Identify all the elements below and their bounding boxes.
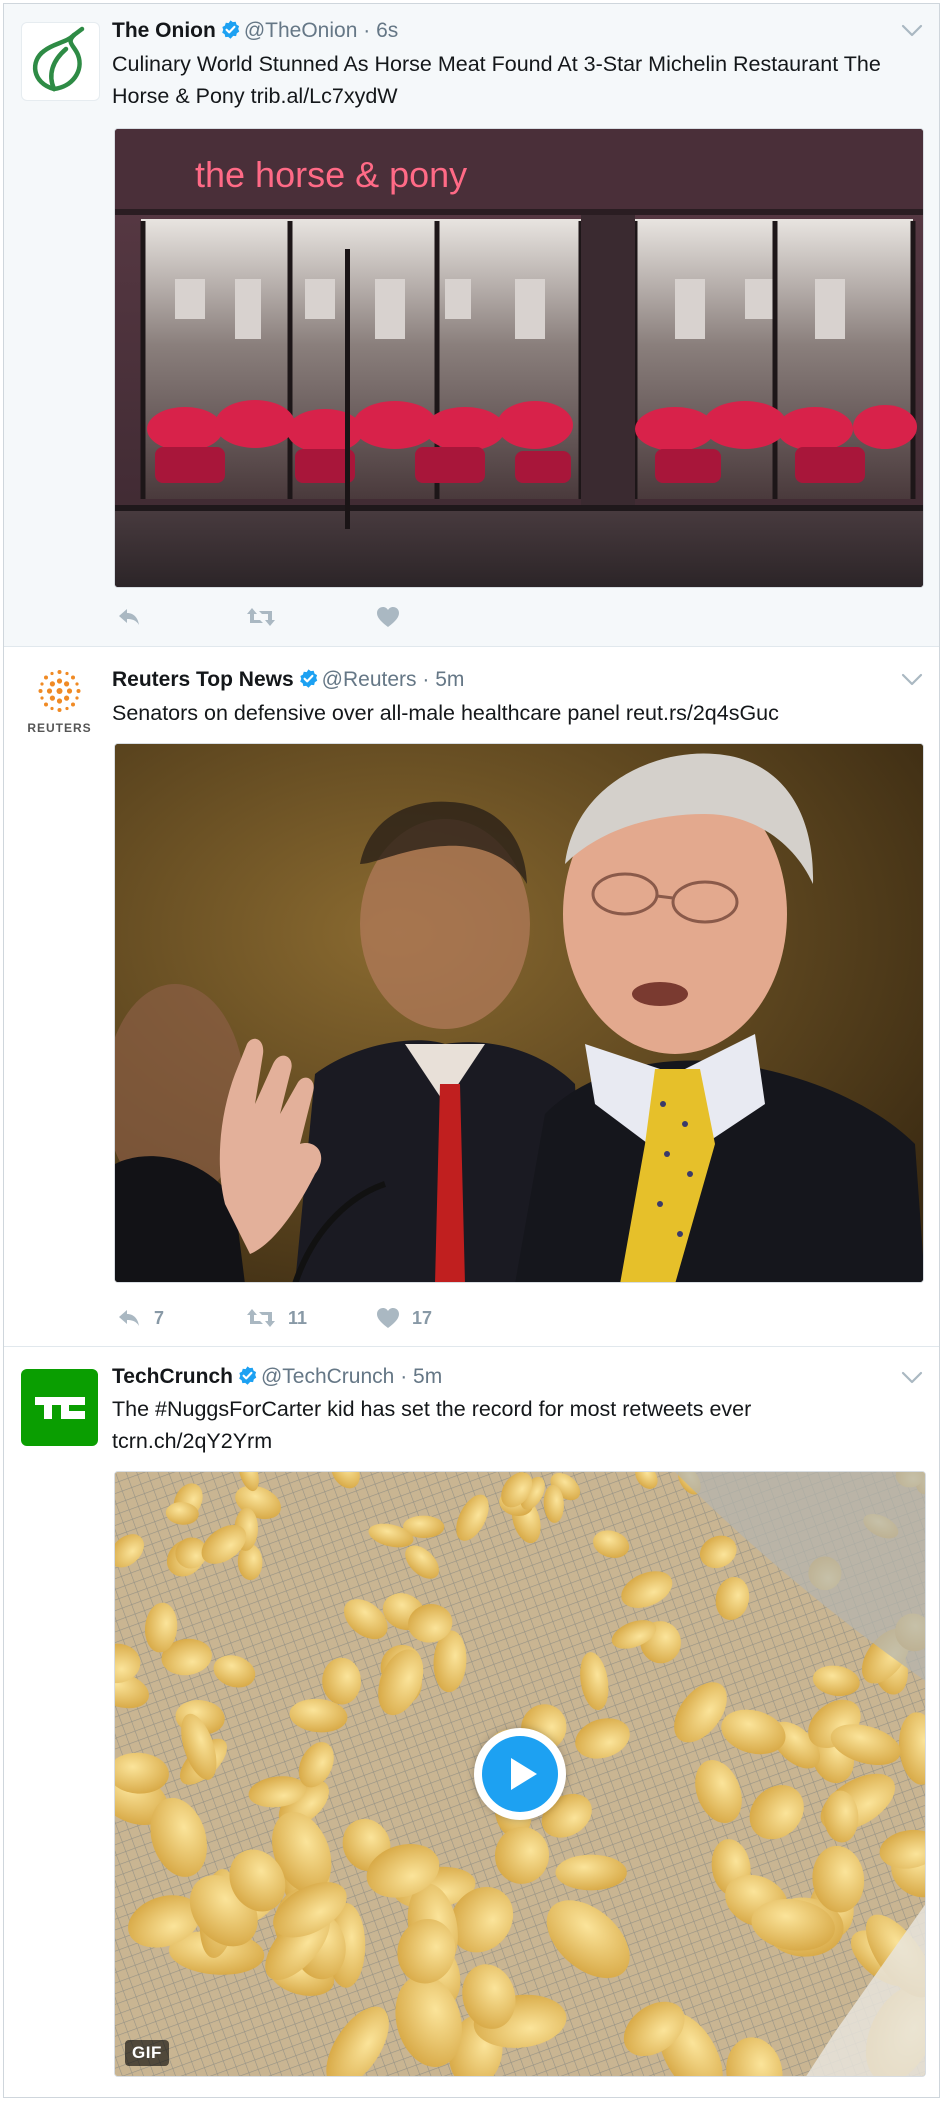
reuters-logo-icon	[38, 670, 81, 712]
verified-badge-icon	[299, 669, 317, 688]
restaurant-sign: the horse & pony	[195, 154, 467, 195]
senators-photo	[115, 744, 923, 1282]
timestamp[interactable]: 5m	[413, 1365, 442, 1388]
separator: ·	[422, 668, 430, 691]
timeline: The Onion @TheOnion · 6s Culinary World S…	[3, 3, 940, 2098]
heart-icon	[377, 607, 399, 627]
gif-badge: GIF	[125, 2040, 169, 2066]
tweet-text: The #NuggsForCarter kid has set the reco…	[112, 1397, 752, 1453]
tweet-image[interactable]: the horse & pony	[114, 128, 924, 588]
verified-badge-icon	[222, 20, 240, 39]
like-button[interactable]	[376, 606, 506, 628]
tweet-text: Senators on defensive over all-male heal…	[112, 701, 779, 725]
separator: ·	[363, 19, 371, 42]
timestamp[interactable]: 5m	[435, 668, 464, 691]
separator: ·	[400, 1365, 408, 1388]
tweet-text: Culinary World Stunned As Horse Meat Fou…	[112, 52, 881, 108]
reply-icon	[119, 609, 139, 625]
play-button[interactable]	[474, 1728, 566, 1820]
play-icon	[511, 1758, 537, 1790]
verified-badge-icon	[239, 1366, 257, 1385]
tweet-actions: 7 11 17	[116, 1303, 506, 1333]
avatar[interactable]	[21, 1369, 98, 1446]
retweet-button[interactable]	[246, 606, 376, 628]
restaurant-photo: the horse & pony	[115, 129, 923, 587]
heart-icon	[377, 1308, 399, 1328]
tweet-gif[interactable]: GIF	[114, 1471, 926, 2077]
reply-count: 7	[154, 1307, 165, 1328]
retweet-count: 11	[288, 1307, 308, 1328]
tweet-header: Reuters Top News @Reuters · 5m	[112, 667, 879, 693]
author-name[interactable]: TechCrunch	[112, 1365, 233, 1388]
tweet[interactable]: TechCrunch @TechCrunch · 5m The #NuggsFor…	[4, 1347, 939, 2097]
avatar[interactable]: REUTERS	[21, 665, 98, 742]
tweet-header: TechCrunch @TechCrunch · 5m	[112, 1364, 879, 1390]
tweet[interactable]: REUTERS Reuters Top News @Reuters · 5m Se…	[4, 647, 939, 1347]
reply-button[interactable]: 7	[116, 1307, 246, 1329]
retweet-button[interactable]: 11	[246, 1307, 376, 1329]
reply-icon	[119, 1310, 139, 1326]
tweet[interactable]: The Onion @TheOnion · 6s Culinary World S…	[4, 4, 939, 647]
retweet-icon	[247, 1309, 275, 1327]
chevron-down-icon[interactable]	[901, 1371, 923, 1385]
reply-button[interactable]	[116, 606, 246, 628]
author-name[interactable]: Reuters Top News	[112, 668, 294, 691]
chevron-down-icon[interactable]	[901, 673, 923, 687]
author-handle[interactable]: @TechCrunch	[261, 1365, 394, 1388]
like-button[interactable]: 17	[376, 1307, 506, 1329]
tweet-image[interactable]	[114, 743, 924, 1283]
chevron-down-icon[interactable]	[901, 24, 923, 38]
like-count: 17	[412, 1307, 433, 1328]
reuters-wordmark: REUTERS	[27, 721, 92, 735]
author-handle[interactable]: @Reuters	[322, 668, 417, 691]
retweet-icon	[247, 608, 275, 626]
techcrunch-logo-icon	[35, 1397, 85, 1419]
avatar[interactable]	[21, 22, 100, 101]
timestamp[interactable]: 6s	[376, 19, 398, 42]
tweet-actions	[116, 602, 506, 632]
author-handle[interactable]: @TheOnion	[244, 19, 358, 42]
author-name[interactable]: The Onion	[112, 19, 216, 42]
tweet-header: The Onion @TheOnion · 6s	[112, 18, 879, 44]
onion-logo-icon	[32, 26, 85, 92]
